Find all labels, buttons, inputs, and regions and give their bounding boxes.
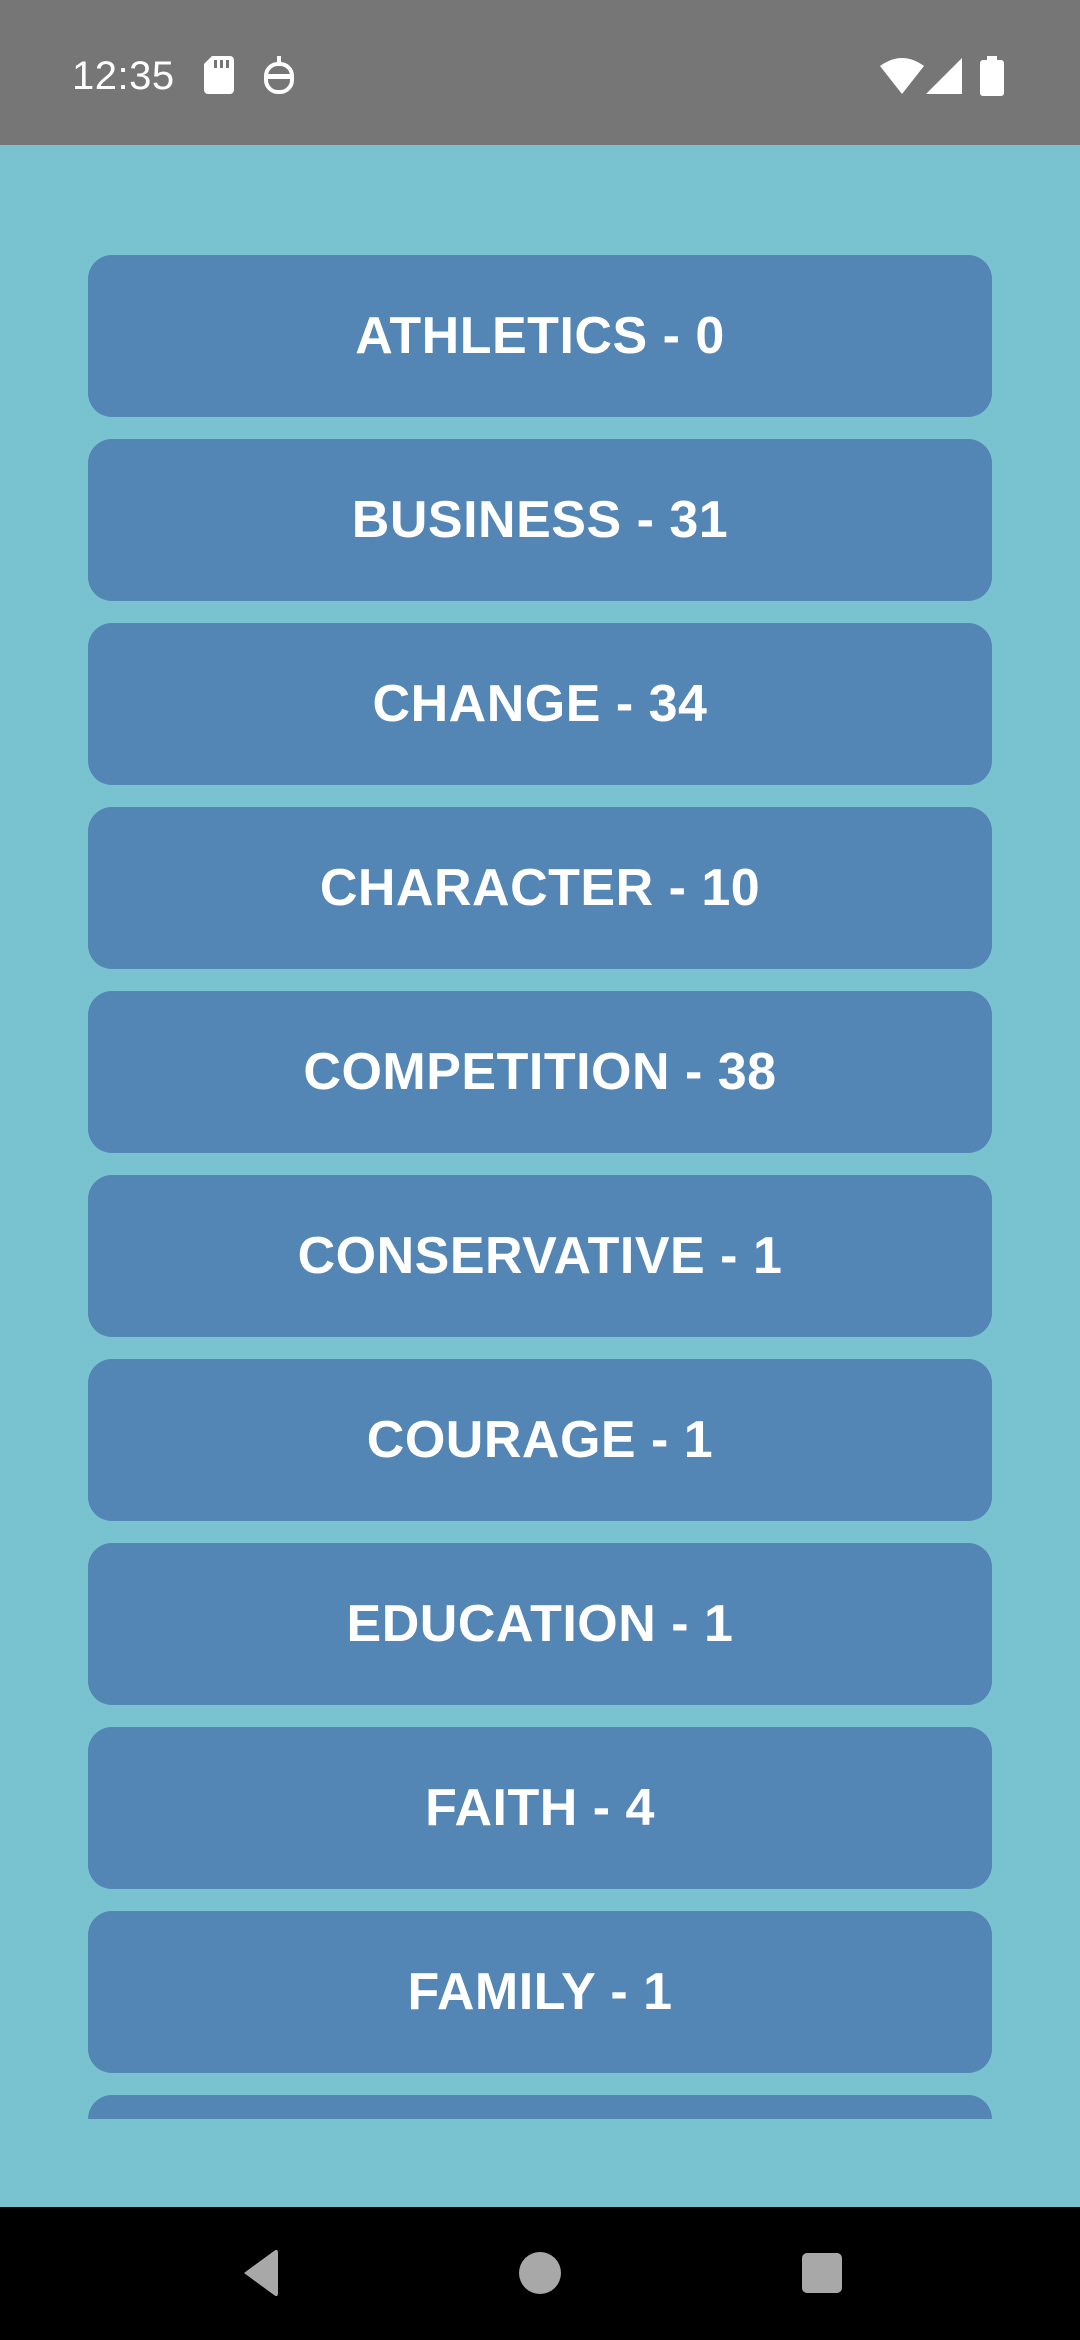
category-button[interactable]: CHARACTER - 10 [88,807,992,969]
category-label: CONSERVATIVE - 1 [297,1227,783,1285]
status-time: 12:35 [72,54,175,98]
category-label: CHARACTER - 10 [319,859,761,917]
main-content: ATHLETICS - 0 BUSINESS - 31 CHANGE - 34 CHA… [0,145,1080,2207]
wifi-icon [880,58,924,94]
category-button[interactable]: FAITH - 4 [88,1727,992,1889]
category-button[interactable]: CONSERVATIVE - 1 [88,1175,992,1337]
category-button[interactable] [88,2095,992,2119]
category-list[interactable]: ATHLETICS - 0 BUSINESS - 31 CHANGE - 34 CHA… [88,255,992,2119]
category-button[interactable]: EDUCATION - 1 [88,1543,992,1705]
back-icon[interactable] [228,2243,288,2303]
category-button[interactable]: COURAGE - 1 [88,1359,992,1521]
category-button[interactable]: CHANGE - 34 [88,623,992,785]
category-button[interactable]: ATHLETICS - 0 [88,255,992,417]
sd-card-icon [204,56,234,94]
category-label: CHANGE - 34 [372,675,708,733]
battery-icon [980,56,1004,96]
category-button[interactable]: FAMILY - 1 [88,1911,992,2073]
category-label: ATHLETICS - 0 [355,307,725,365]
navigation-bar [0,2207,1080,2340]
status-bar: 12:35 [0,0,1080,145]
category-label: EDUCATION - 1 [346,1595,734,1653]
category-label: FAMILY - 1 [407,1963,673,2021]
cellular-signal-icon [926,58,962,94]
category-label: BUSINESS - 31 [351,491,729,549]
home-icon[interactable] [510,2243,570,2303]
category-button[interactable]: BUSINESS - 31 [88,439,992,601]
recents-icon[interactable] [792,2243,852,2303]
robot-icon [264,56,294,94]
category-label: COURAGE - 1 [366,1411,714,1469]
category-button[interactable]: COMPETITION - 38 [88,991,992,1153]
category-label: FAITH - 4 [425,1779,655,1837]
category-label: COMPETITION - 38 [303,1043,777,1101]
